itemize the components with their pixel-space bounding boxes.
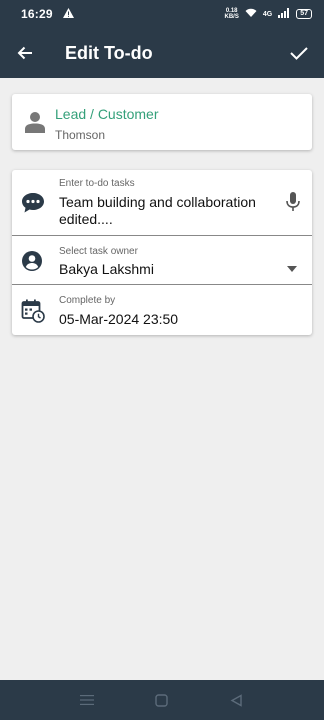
lead-customer-label: Lead / Customer xyxy=(55,106,159,122)
network-speed-unit: KB/S xyxy=(224,14,239,20)
back-icon[interactable] xyxy=(222,685,252,715)
task-input[interactable]: Team building and collaboration edited..… xyxy=(59,194,274,228)
account-circle-icon xyxy=(21,250,43,277)
back-arrow-icon[interactable] xyxy=(0,28,50,78)
app-bar: Edit To-do xyxy=(0,28,324,78)
status-indicators: 0.18 KB/S 4G 57 xyxy=(225,7,312,21)
complete-by-value[interactable]: 05-Mar-2024 23:50 xyxy=(59,311,178,328)
check-icon[interactable] xyxy=(274,28,324,78)
signal-icon xyxy=(278,7,290,21)
warning-icon xyxy=(62,7,74,21)
person-icon xyxy=(25,111,45,138)
owner-label: Select task owner xyxy=(59,246,138,257)
home-icon[interactable] xyxy=(147,685,177,715)
lead-customer-card[interactable]: Lead / Customer Thomson xyxy=(12,94,312,150)
todo-form-card: Enter to-do tasks Team building and coll… xyxy=(12,170,312,335)
status-bar: 16:29 0.18 KB/S 4G 57 xyxy=(0,0,324,28)
task-label: Enter to-do tasks xyxy=(59,178,135,189)
page-title: Edit To-do xyxy=(65,42,153,63)
owner-field[interactable]: Select task owner Bakya Lakshmi xyxy=(12,237,312,285)
mic-icon[interactable] xyxy=(286,192,300,217)
complete-by-field[interactable]: Complete by 05-Mar-2024 23:50 xyxy=(12,286,312,335)
owner-select-value[interactable]: Bakya Lakshmi xyxy=(59,261,154,278)
network-type: 4G xyxy=(262,10,273,18)
lead-customer-name: Thomson xyxy=(55,128,106,142)
chat-icon xyxy=(21,192,45,219)
system-nav-bar xyxy=(0,680,324,720)
status-time: 16:29 xyxy=(21,7,53,21)
network-speed: 0.18 KB/S xyxy=(225,8,239,20)
wifi-icon xyxy=(245,7,257,21)
task-field[interactable]: Enter to-do tasks Team building and coll… xyxy=(12,170,312,236)
battery-indicator: 57 xyxy=(296,9,312,19)
calendar-clock-icon xyxy=(21,299,45,328)
menu-icon[interactable] xyxy=(72,685,102,715)
complete-by-label: Complete by xyxy=(59,295,116,306)
dropdown-arrow-icon[interactable] xyxy=(287,259,297,277)
